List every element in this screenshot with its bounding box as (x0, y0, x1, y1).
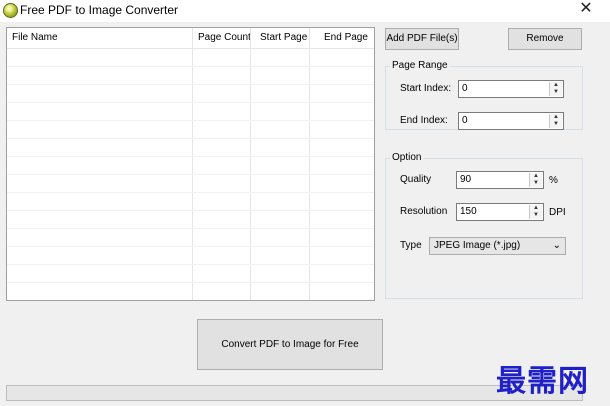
file-list-header: File Name Page Count Start Page End Page (7, 28, 374, 49)
empty-row-line (7, 246, 374, 247)
empty-row-line (7, 120, 374, 121)
empty-row-line (7, 66, 374, 67)
empty-row-line (7, 156, 374, 157)
window-title: Free PDF to Image Converter (20, 3, 179, 17)
end-index-label: End Index: (400, 115, 448, 126)
remove-button[interactable]: Remove (508, 28, 582, 50)
watermark-text: 最需网 (496, 364, 589, 399)
spin-down-icon[interactable]: ▼ (530, 180, 542, 187)
empty-row-line (7, 102, 374, 103)
convert-button[interactable]: Convert PDF to Image for Free (197, 319, 383, 370)
empty-row-line (7, 282, 374, 283)
empty-row-line (7, 174, 374, 175)
empty-row-line (7, 192, 374, 193)
type-value[interactable]: JPEG Image (*.jpg) (434, 240, 520, 252)
resolution-unit: DPI (549, 207, 566, 218)
title-bar: Free PDF to Image Converter ✕ (0, 0, 610, 22)
quality-label: Quality (400, 174, 432, 185)
close-icon[interactable]: ✕ (578, 1, 594, 17)
start-index-label: Start Index: (400, 83, 452, 94)
resolution-value[interactable]: 150 (460, 206, 477, 218)
column-header-start-page[interactable]: Start Page (260, 28, 307, 48)
start-index-spinner[interactable]: 0 ▲ ▼ (458, 80, 564, 98)
spin-down-icon[interactable]: ▼ (530, 212, 542, 219)
resolution-spinner[interactable]: 150 ▲ ▼ (456, 203, 544, 221)
option-label: Option (390, 152, 424, 164)
column-header-file-name[interactable]: File Name (12, 28, 58, 48)
empty-row-line (7, 84, 374, 85)
quality-value[interactable]: 90 (460, 174, 471, 186)
spin-down-icon[interactable]: ▼ (550, 121, 562, 128)
empty-row-line (7, 138, 374, 139)
type-label: Type (400, 240, 422, 251)
end-index-spinner[interactable]: 0 ▲ ▼ (458, 112, 564, 130)
spin-down-icon[interactable]: ▼ (550, 89, 562, 96)
quality-spinner[interactable]: 90 ▲ ▼ (456, 171, 544, 189)
app-icon (3, 3, 18, 18)
empty-row-line (7, 264, 374, 265)
quality-unit: % (549, 175, 558, 186)
file-list[interactable]: File Name Page Count Start Page End Page (6, 27, 375, 301)
type-dropdown[interactable]: JPEG Image (*.jpg) ⌄ (429, 237, 566, 255)
chevron-down-icon[interactable]: ⌄ (553, 240, 561, 252)
add-pdf-button[interactable]: Add PDF File(s) (385, 28, 459, 50)
empty-row-line (7, 210, 374, 211)
page-range-label: Page Range (390, 60, 450, 72)
empty-row-line (7, 228, 374, 229)
start-index-value[interactable]: 0 (462, 83, 468, 95)
end-index-value[interactable]: 0 (462, 115, 468, 127)
resolution-label: Resolution (400, 206, 448, 217)
column-header-page-count[interactable]: Page Count (198, 28, 251, 48)
column-header-end-page[interactable]: End Page (324, 28, 368, 48)
